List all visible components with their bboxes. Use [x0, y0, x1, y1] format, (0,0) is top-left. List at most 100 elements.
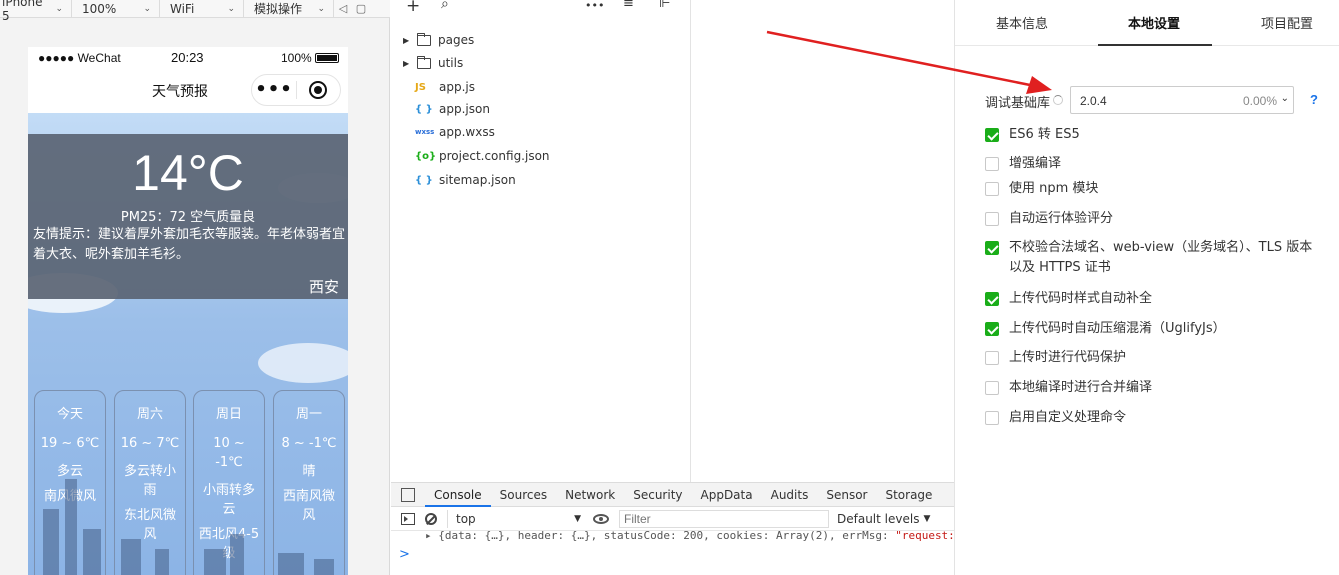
base-library-select[interactable]: 2.0.4 0.00% ⌄: [1070, 86, 1294, 114]
split-icon[interactable]: ⊩: [659, 0, 670, 11]
live-expression-icon[interactable]: [593, 513, 609, 524]
inspect-element-icon[interactable]: [401, 487, 415, 502]
tree-item-project-config[interactable]: {o} project.config.json: [391, 145, 550, 167]
checkbox[interactable]: [985, 128, 999, 142]
json-file-icon: { }: [415, 103, 433, 115]
simulator-toolbar: iPhone 5 ⌄ 100% ⌄ WiFi ⌄ 模拟操作 ⌄ ◁ ▢: [0, 0, 390, 23]
option-minify-code[interactable]: 上传代码时自动压缩混淆（UglifyJs）: [985, 319, 1315, 339]
tab-audits[interactable]: Audits: [762, 483, 818, 507]
details-panel: 基本信息 本地设置 项目配置 调试基础库 2.0.4 0.00% ⌄ ? ES6…: [954, 0, 1339, 575]
option-code-protection[interactable]: 上传时进行代码保护: [985, 348, 1315, 368]
carrier-label: ●●●●● WeChat: [38, 51, 121, 65]
forecast-condition: 多云转小雨: [123, 464, 176, 498]
checkbox[interactable]: [985, 212, 999, 226]
checkbox[interactable]: [985, 351, 999, 365]
tab-local-settings[interactable]: 本地设置: [1128, 13, 1180, 32]
option-merge-compile[interactable]: 本地编译时进行合并编译: [985, 378, 1315, 398]
window-icon[interactable]: ▢: [352, 0, 370, 18]
option-style-autoprefix[interactable]: 上传代码时样式自动补全: [985, 289, 1315, 309]
editor-area[interactable]: [692, 0, 954, 482]
forecast-range: 10 ~ -1℃: [213, 436, 245, 470]
tab-storage[interactable]: Storage: [876, 483, 941, 507]
help-icon[interactable]: ?: [1310, 92, 1318, 107]
option-label: 启用自定义处理命令: [1009, 410, 1127, 425]
tab-basic-info[interactable]: 基本信息: [996, 13, 1048, 32]
loading-spinner-icon: [1053, 95, 1063, 105]
operation-select[interactable]: 模拟操作 ⌄: [244, 0, 334, 18]
dropdown-arrow-icon: ▼: [923, 513, 931, 524]
more-icon[interactable]: •••: [585, 0, 604, 12]
network-select[interactable]: WiFi ⌄: [160, 0, 244, 18]
sidebar-toggle-icon[interactable]: [401, 512, 415, 525]
clear-console-icon[interactable]: [425, 512, 437, 525]
filter-input[interactable]: [619, 509, 829, 528]
option-auto-audit[interactable]: 自动运行体验评分: [985, 209, 1315, 229]
console-log-line[interactable]: ▸ {data: {…}, header: {…}, statusCode: 2…: [391, 531, 954, 543]
battery-indicator: 100%: [281, 51, 339, 65]
capsule-close-button[interactable]: [297, 81, 340, 99]
option-skip-domain-check[interactable]: 不校验合法域名、web-view（业务域名）、TLS 版本以及 HTTPS 证书: [985, 238, 1315, 278]
checkbox[interactable]: [985, 157, 999, 171]
align-icon[interactable]: ≡: [623, 0, 634, 11]
chevron-down-icon: ⌄: [1280, 93, 1289, 104]
option-label: 上传代码时样式自动补全: [1009, 291, 1153, 306]
tab-sensor[interactable]: Sensor: [817, 483, 876, 507]
tree-item-app-js[interactable]: JS app.js: [391, 76, 475, 98]
zoom-select[interactable]: 100% ⌄: [72, 0, 160, 18]
tab-appdata[interactable]: AppData: [692, 483, 762, 507]
library-usage-percent: 0.00%: [1242, 94, 1277, 108]
tree-item-app-json[interactable]: { } app.json: [391, 98, 490, 120]
forecast-day: 今天: [56, 407, 83, 422]
details-tabs: 基本信息 本地设置 项目配置: [955, 0, 1339, 46]
tree-item-label: project.config.json: [439, 149, 550, 163]
speaker-icon[interactable]: ◁: [334, 0, 352, 18]
expand-arrow-icon[interactable]: ▶: [403, 36, 413, 45]
checkbox[interactable]: [985, 241, 999, 255]
tree-item-label: app.js: [439, 80, 475, 94]
option-npm-modules[interactable]: 使用 npm 模块: [985, 179, 1315, 199]
tab-sources[interactable]: Sources: [491, 483, 556, 507]
search-icon[interactable]: ⌕: [441, 0, 449, 12]
tree-item-sitemap-json[interactable]: { } sitemap.json: [391, 169, 516, 191]
console-prompt[interactable]: >: [391, 547, 954, 562]
expand-arrow-icon[interactable]: ▶: [403, 59, 413, 68]
forecast-list: 今天 19 ~ 6℃ 多云 南风微风 周六 16 ~ 7℃ 多云转小雨 东北风微…: [34, 390, 346, 575]
zoom-label: 100%: [82, 1, 117, 16]
phone-screen: ●●●●● WeChat 20:23 100% 天气预报 ••• 14°C PM…: [28, 47, 348, 575]
option-custom-commands[interactable]: 启用自定义处理命令: [985, 408, 1315, 428]
device-select[interactable]: iPhone 5 ⌄: [0, 0, 72, 23]
tree-item-label: app.wxss: [439, 125, 495, 139]
checkbox[interactable]: [985, 381, 999, 395]
tab-console[interactable]: Console: [425, 483, 491, 507]
tab-project-config[interactable]: 项目配置: [1261, 13, 1313, 32]
building-shape: [121, 539, 141, 575]
tab-network[interactable]: Network: [556, 483, 624, 507]
context-select[interactable]: top ▼: [447, 509, 581, 528]
more-icon[interactable]: •••: [252, 81, 296, 99]
building-shape: [43, 509, 59, 575]
option-enhanced-compile[interactable]: 增强编译: [985, 154, 1315, 174]
tab-security[interactable]: Security: [624, 483, 691, 507]
network-label: WiFi: [170, 1, 195, 16]
js-file-icon: JS: [415, 81, 426, 93]
checkbox[interactable]: [985, 411, 999, 425]
building-shape: [155, 549, 169, 575]
building-shape: [230, 534, 244, 575]
tree-item-utils[interactable]: ▶ utils: [391, 52, 463, 74]
checkbox[interactable]: [985, 292, 999, 306]
building-shape: [83, 529, 101, 575]
nav-bar: 天气预报 •••: [28, 69, 348, 113]
add-file-icon[interactable]: +: [406, 0, 420, 16]
operation-label: 模拟操作: [254, 2, 303, 16]
context-label: top: [456, 511, 476, 526]
forecast-day: 周六: [136, 407, 163, 422]
option-label: 上传时进行代码保护: [1009, 350, 1127, 365]
tree-item-app-wxss[interactable]: wxss app.wxss: [391, 121, 495, 143]
option-label: 不校验合法域名、web-view（业务域名）、TLS 版本以及 HTTPS 证书: [1009, 240, 1313, 275]
simulator-panel: iPhone 5 ⌄ 100% ⌄ WiFi ⌄ 模拟操作 ⌄ ◁ ▢ ●●●●…: [0, 0, 390, 575]
tree-item-pages[interactable]: ▶ pages: [391, 29, 474, 51]
levels-select[interactable]: Default levels ▼: [837, 512, 930, 526]
checkbox[interactable]: [985, 322, 999, 336]
option-es6-to-es5[interactable]: ES6 转 ES5: [985, 125, 1315, 145]
checkbox[interactable]: [985, 182, 999, 196]
